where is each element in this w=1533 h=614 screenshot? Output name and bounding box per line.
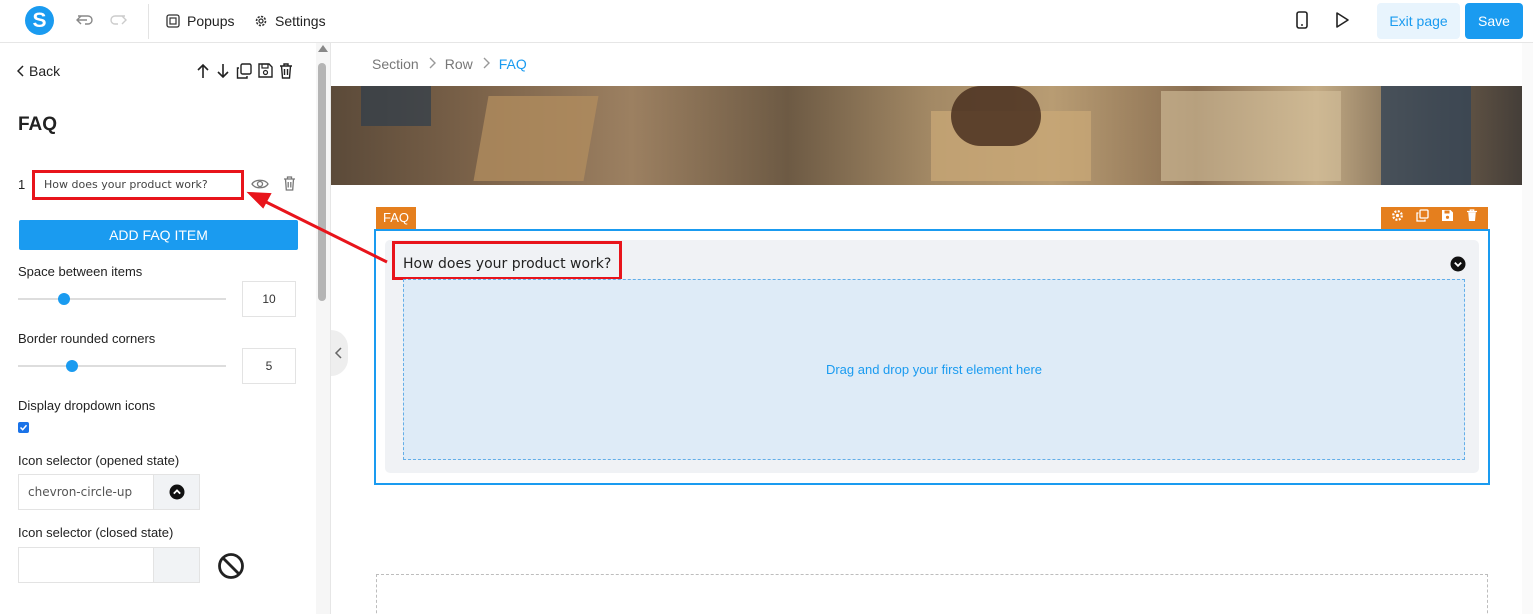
mobile-icon[interactable] xyxy=(1295,11,1309,34)
annotation-highlight-canvas xyxy=(392,241,622,280)
icon-closed-preview[interactable] xyxy=(153,548,199,582)
dropdown-icons-checkbox[interactable] xyxy=(18,422,29,433)
popups-button[interactable]: Popups xyxy=(166,11,234,31)
icon-opened-label: Icon selector (opened state) xyxy=(18,453,180,468)
chevron-left-icon xyxy=(17,65,24,77)
hero-image-detail xyxy=(361,86,431,126)
rounded-corners-slider[interactable] xyxy=(18,365,226,367)
trash-icon[interactable] xyxy=(1466,209,1478,227)
faq-element-toolbar xyxy=(1381,207,1488,229)
space-between-slider-handle[interactable] xyxy=(57,293,70,305)
hero-image-detail xyxy=(951,86,1041,146)
popups-icon xyxy=(166,14,180,28)
chevron-left-icon xyxy=(334,347,342,359)
icon-closed-selector[interactable] xyxy=(18,547,200,583)
hero-image[interactable] xyxy=(331,86,1533,185)
trash-icon[interactable] xyxy=(283,176,296,196)
faq-element-tag[interactable]: FAQ xyxy=(376,207,416,229)
top-bar: S Popups Settings Exit page Save xyxy=(0,0,1533,43)
dropzone-text: Drag and drop your first element here xyxy=(825,362,1043,377)
settings-label: Settings xyxy=(275,13,326,29)
back-label: Back xyxy=(29,63,61,79)
icon-closed-label: Icon selector (closed state) xyxy=(18,525,174,540)
arrow-down-icon[interactable] xyxy=(216,63,230,84)
eye-icon[interactable] xyxy=(251,177,269,195)
save-icon[interactable] xyxy=(258,63,273,84)
undo-icon[interactable] xyxy=(75,10,95,30)
trash-icon[interactable] xyxy=(279,63,293,84)
copy-icon[interactable] xyxy=(1416,209,1429,227)
collapse-sidebar-handle[interactable] xyxy=(331,330,348,376)
hero-image-detail xyxy=(473,96,599,181)
redo-icon[interactable] xyxy=(108,10,128,30)
faq-item-number: 1 xyxy=(18,177,26,192)
sidebar-scrollbar[interactable] xyxy=(316,43,330,614)
add-faq-item-button[interactable]: ADD FAQ ITEM xyxy=(19,220,298,250)
rounded-corners-value[interactable]: 5 xyxy=(242,348,296,384)
icon-opened-selector[interactable]: chevron-circle-up xyxy=(18,474,200,510)
popups-label: Popups xyxy=(187,13,235,29)
panel-title: FAQ xyxy=(18,114,58,135)
copy-icon[interactable] xyxy=(236,63,252,84)
hero-image-detail xyxy=(1381,86,1471,185)
chevron-right-icon xyxy=(428,56,436,72)
scroll-up-arrow[interactable] xyxy=(318,45,328,52)
settings-sidebar: Back FAQ 1 How does your product work? A… xyxy=(0,43,331,614)
save-button[interactable]: Save xyxy=(1465,3,1523,39)
ban-icon[interactable] xyxy=(216,551,246,586)
space-between-label: Space between items xyxy=(18,264,143,279)
empty-section-placeholder[interactable] xyxy=(376,574,1488,614)
toolbar-divider xyxy=(148,4,149,39)
icon-opened-value: chevron-circle-up xyxy=(28,485,133,499)
chevron-right-icon xyxy=(482,56,490,72)
gear-icon[interactable] xyxy=(1391,209,1404,227)
back-button[interactable]: Back xyxy=(17,63,60,79)
faq-question-input[interactable]: How does your product work? xyxy=(32,170,244,200)
rounded-corners-label: Border rounded corners xyxy=(18,331,156,346)
hero-image-detail xyxy=(1161,91,1341,181)
space-between-slider[interactable] xyxy=(18,298,226,300)
save-icon[interactable] xyxy=(1441,209,1454,227)
icon-opened-preview[interactable] xyxy=(153,475,199,509)
breadcrumb-faq[interactable]: FAQ xyxy=(499,56,527,72)
play-icon[interactable] xyxy=(1334,11,1350,34)
chevron-circle-down-icon[interactable] xyxy=(1450,256,1466,277)
dropdown-icons-label: Display dropdown icons xyxy=(18,398,156,413)
breadcrumb: Section Row FAQ xyxy=(372,56,527,72)
gear-icon xyxy=(255,15,267,27)
scroll-thumb[interactable] xyxy=(318,63,326,301)
space-between-value[interactable]: 10 xyxy=(242,281,296,317)
breadcrumb-row[interactable]: Row xyxy=(445,56,473,72)
element-actions xyxy=(196,63,293,84)
logo[interactable]: S xyxy=(25,6,54,35)
breadcrumb-section[interactable]: Section xyxy=(372,56,419,72)
settings-button[interactable]: Settings xyxy=(254,11,326,31)
chevron-circle-up-icon xyxy=(169,484,185,500)
canvas-scrollbar[interactable] xyxy=(1522,43,1533,614)
arrow-up-icon[interactable] xyxy=(196,63,210,84)
rounded-corners-slider-handle[interactable] xyxy=(66,360,79,372)
exit-page-button[interactable]: Exit page xyxy=(1377,3,1460,39)
element-dropzone[interactable]: Drag and drop your first element here xyxy=(403,279,1465,460)
